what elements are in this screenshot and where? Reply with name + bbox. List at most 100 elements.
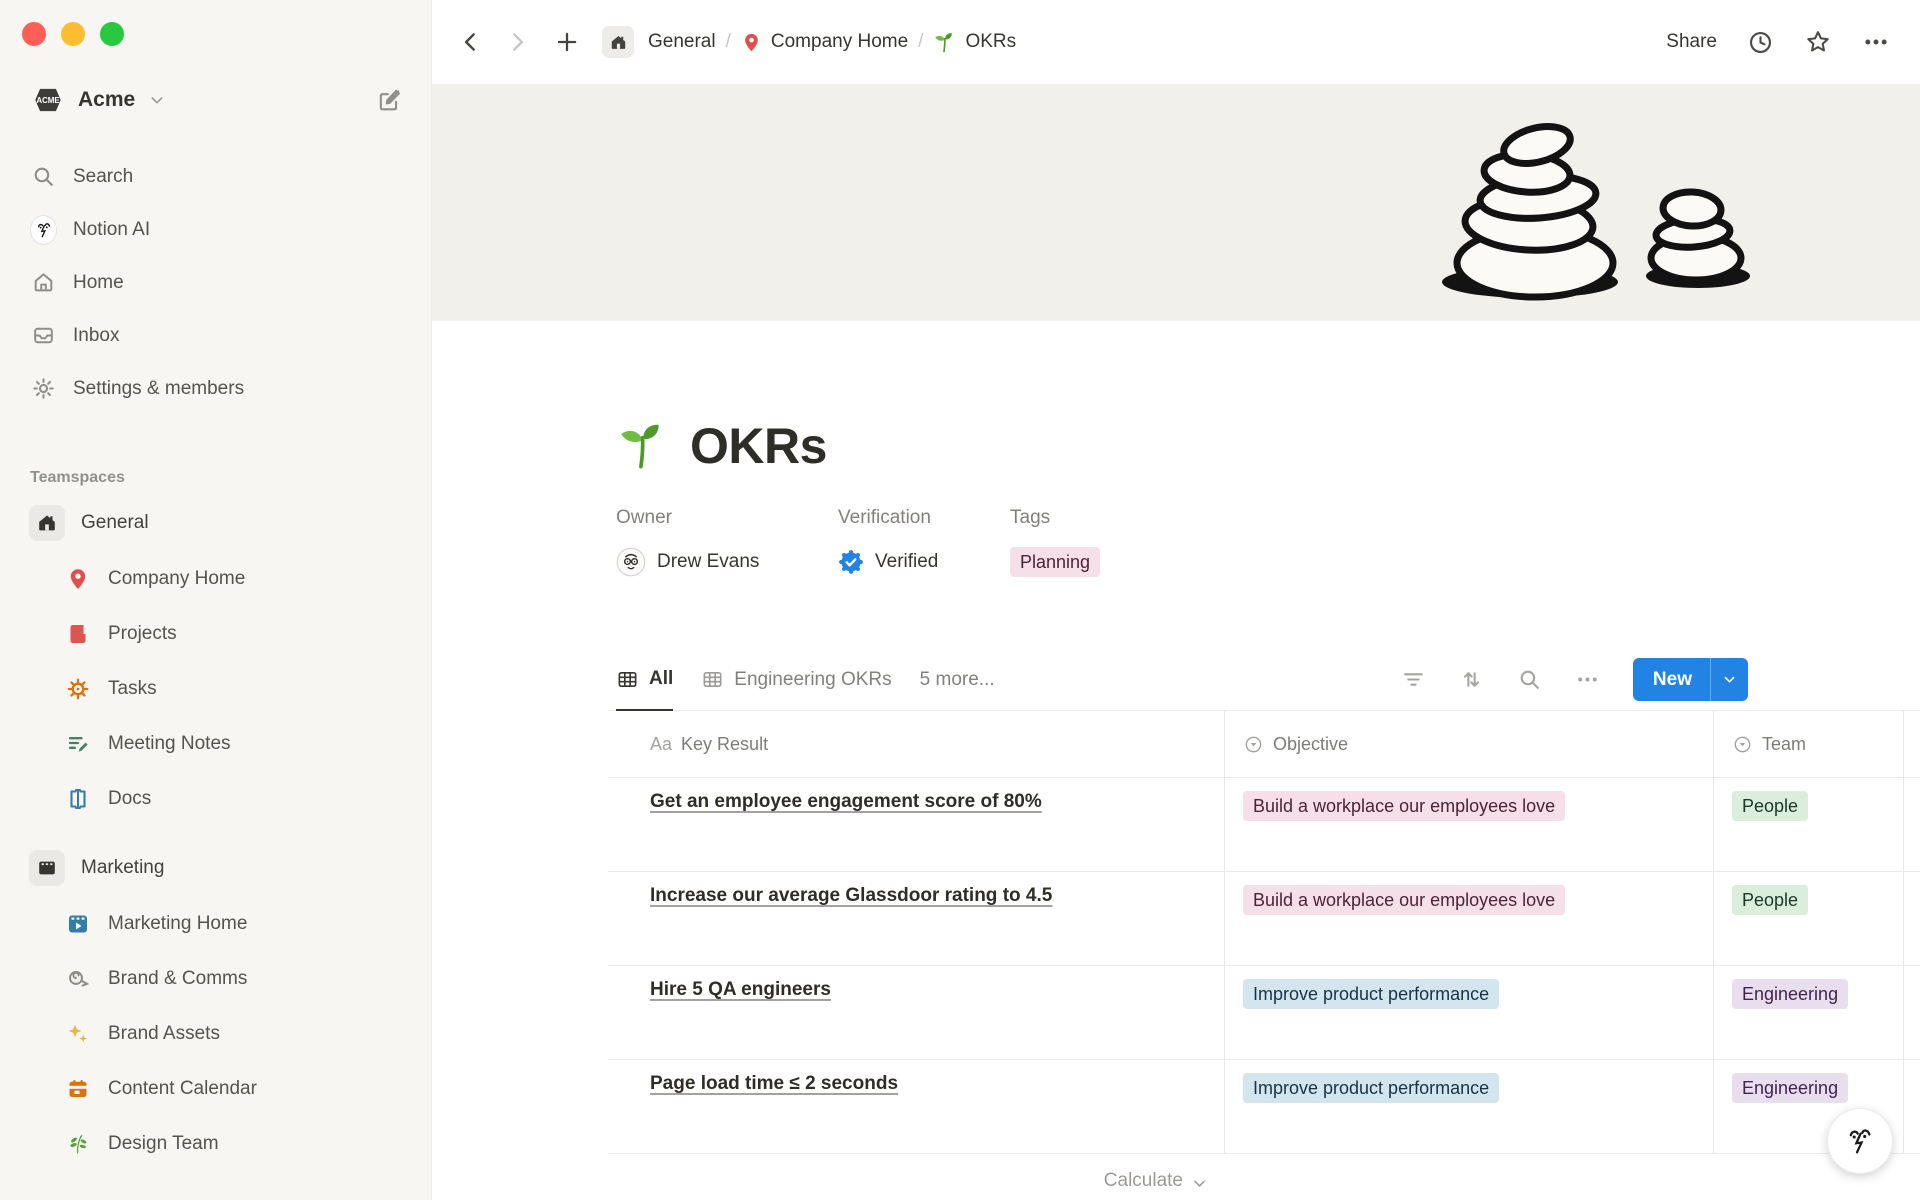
objective-cell[interactable]: Build a workplace our employees love — [1224, 872, 1713, 966]
team-cell[interactable]: People — [1713, 778, 1903, 872]
close-window-button[interactable] — [22, 22, 46, 46]
sidebar-item-meeting-notes[interactable]: Meeting Notes — [0, 716, 431, 771]
map-pin-icon — [741, 32, 762, 53]
compose-icon[interactable] — [375, 86, 403, 114]
workspace-switcher[interactable]: ACME Acme — [0, 78, 431, 122]
star-favorite-icon[interactable] — [1804, 28, 1832, 56]
sidebar-item-settings[interactable]: Settings & members — [0, 362, 431, 415]
breadcrumb-home-icon[interactable] — [602, 26, 634, 58]
seedling-icon — [616, 420, 668, 472]
table-row: Increase our average Glassdoor rating to… — [608, 872, 1920, 966]
tab-more-views[interactable]: 5 more... — [920, 649, 995, 711]
chevron-down-icon — [149, 92, 165, 108]
sidebar-item-general[interactable]: General — [0, 495, 431, 551]
page-label: Tasks — [108, 678, 157, 700]
new-button[interactable]: New — [1633, 658, 1710, 701]
clock-history-icon[interactable] — [1747, 29, 1774, 56]
minimize-window-button[interactable] — [61, 22, 85, 46]
page-label: Brand Assets — [108, 1023, 220, 1045]
key-result-cell[interactable]: Get an employee engagement score of 80% — [608, 778, 1224, 872]
sidebar-item-notion-ai[interactable]: Notion AI — [0, 203, 431, 256]
seedling-icon — [933, 31, 956, 54]
workspace-name: Acme — [78, 88, 135, 112]
docs-icon — [64, 787, 92, 811]
key-result-cell[interactable]: Hire 5 QA engineers — [608, 966, 1224, 1060]
sidebar-item-company-home[interactable]: Company Home — [0, 551, 431, 606]
sidebar-item-content-calendar[interactable]: Content Calendar — [0, 1061, 431, 1116]
new-page-plus-icon[interactable] — [554, 29, 580, 55]
breadcrumb-okrs[interactable]: OKRs — [965, 31, 1016, 53]
objective-tag: Build a workplace our employees love — [1243, 885, 1565, 915]
sidebar-item-label: Search — [73, 166, 133, 188]
breadcrumb-general[interactable]: General — [648, 31, 716, 53]
sidebar-item-brand-comms[interactable]: Brand & Comms — [0, 951, 431, 1006]
objective-cell[interactable]: Improve product performance — [1224, 966, 1713, 1060]
sidebar-nav: Search Notion AI — [0, 150, 431, 415]
verified-badge-icon — [838, 549, 864, 575]
sidebar-item-label: Home — [73, 272, 124, 294]
sidebar-item-home[interactable]: Home — [0, 256, 431, 309]
column-header-objective[interactable]: Objective — [1224, 711, 1713, 778]
filter-icon[interactable] — [1401, 667, 1426, 692]
sort-icon[interactable] — [1459, 667, 1484, 692]
search-icon — [30, 164, 57, 189]
sidebar-item-tasks[interactable]: Tasks — [0, 661, 431, 716]
sidebar-item-inbox[interactable]: Inbox — [0, 309, 431, 362]
page-label: Docs — [108, 788, 151, 810]
objective-cell[interactable]: Build a workplace our employees love — [1224, 778, 1713, 872]
search-icon[interactable] — [1517, 667, 1542, 692]
page-title: OKRs — [690, 417, 827, 475]
tab-engineering-okrs[interactable]: Engineering OKRs — [701, 649, 891, 711]
sidebar-item-search[interactable]: Search — [0, 150, 431, 203]
sidebar-item-marketing-home[interactable]: Marketing Home — [0, 896, 431, 951]
gear-icon — [30, 376, 57, 401]
team-cell[interactable]: Engineering — [1713, 966, 1903, 1060]
sidebar-item-marketing[interactable]: Marketing — [0, 840, 431, 896]
table-view-icon — [616, 668, 639, 691]
more-options-icon[interactable] — [1575, 667, 1600, 692]
verification-property-value[interactable]: Verified — [838, 545, 1010, 579]
key-result-cell[interactable]: Page load time ≤ 2 seconds — [608, 1060, 1224, 1154]
calendar-icon — [64, 1077, 92, 1101]
page-label: Content Calendar — [108, 1078, 257, 1100]
forward-icon[interactable] — [504, 29, 530, 55]
objective-cell[interactable]: Improve product performance — [1224, 1060, 1713, 1154]
zoom-window-button[interactable] — [100, 22, 124, 46]
new-button-group: New — [1633, 658, 1748, 701]
tags-property-value[interactable]: Planning — [1010, 545, 1100, 579]
share-button[interactable]: Share — [1666, 31, 1717, 53]
page-cover[interactable] — [432, 84, 1920, 321]
house-badge-icon — [29, 505, 65, 541]
topbar: General / Company Home / OKRs Share — [432, 0, 1920, 84]
team-cell[interactable]: People — [1713, 872, 1903, 966]
sidebar-item-label: Settings & members — [73, 378, 244, 400]
calculate-button[interactable]: Calculate — [608, 1154, 1224, 1192]
sidebar-item-label: Notion AI — [73, 219, 150, 241]
notion-ai-icon — [30, 215, 57, 245]
sidebar-item-label: Inbox — [73, 325, 119, 347]
teamspace-general: General Company Home Projects Tasks — [0, 495, 431, 826]
breadcrumb-company-home[interactable]: Company Home — [771, 31, 908, 53]
new-button-chevron[interactable] — [1710, 658, 1748, 701]
page-label: Marketing Home — [108, 913, 247, 935]
sparkles-icon — [64, 1022, 92, 1046]
sidebar-item-brand-assets[interactable]: Brand Assets — [0, 1006, 431, 1061]
column-header-key-result[interactable]: Aa Key Result — [608, 711, 1224, 778]
owner-property-value[interactable]: Drew Evans — [616, 545, 838, 579]
sidebar-item-design-team[interactable]: Design Team — [0, 1116, 431, 1171]
sidebar-item-docs[interactable]: Docs — [0, 771, 431, 826]
window-controls — [0, 22, 431, 46]
key-result-cell[interactable]: Increase our average Glassdoor rating to… — [608, 872, 1224, 966]
verification-property-label: Verification — [838, 507, 1010, 531]
table-row: Hire 5 QA engineers Improve product perf… — [608, 966, 1920, 1060]
page-label: Design Team — [108, 1133, 219, 1155]
objective-tag: Build a workplace our employees love — [1243, 791, 1565, 821]
tag-planning: Planning — [1010, 547, 1100, 577]
svg-text:ACME: ACME — [36, 96, 59, 105]
back-icon[interactable] — [458, 29, 484, 55]
tab-all[interactable]: All — [616, 649, 673, 711]
sidebar-item-projects[interactable]: Projects — [0, 606, 431, 661]
notion-ai-floating-button[interactable] — [1827, 1108, 1893, 1174]
more-options-icon[interactable] — [1862, 28, 1890, 56]
column-header-team[interactable]: Team — [1713, 711, 1903, 778]
